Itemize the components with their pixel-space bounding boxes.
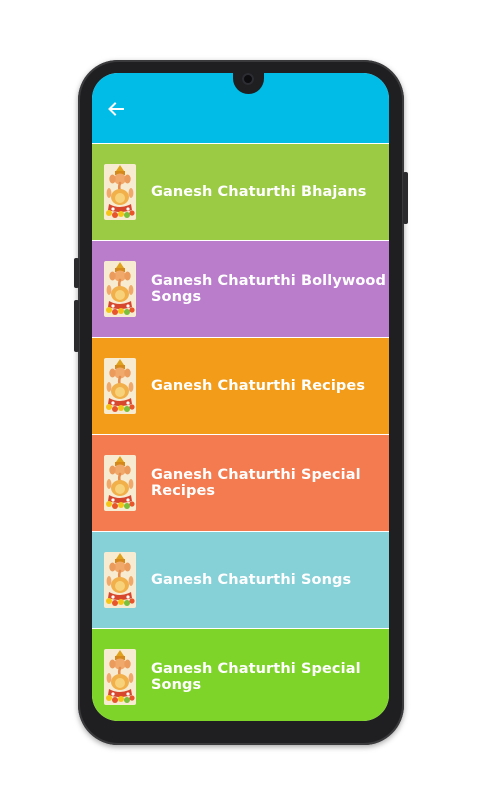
list-item[interactable]: Ganesh Chaturthi Songs bbox=[92, 532, 389, 628]
ganesha-image bbox=[104, 455, 136, 511]
power-button bbox=[403, 172, 408, 224]
ganesha-image bbox=[104, 552, 136, 608]
list-item-label: Ganesh Chaturthi Bhajans bbox=[151, 184, 367, 200]
back-button[interactable] bbox=[104, 97, 128, 121]
list-item[interactable]: Ganesh Chaturthi Bollywood Songs bbox=[92, 241, 389, 337]
ganesha-image bbox=[104, 358, 136, 414]
category-list: Ganesh Chaturthi Bhajans Ganesh Chaturth… bbox=[92, 144, 389, 721]
ganesha-image bbox=[104, 164, 136, 220]
ganesha-image bbox=[104, 261, 136, 317]
list-item-label: Ganesh Chaturthi Bollywood Songs bbox=[151, 273, 386, 305]
list-item[interactable]: Ganesh Chaturthi Special Songs bbox=[92, 629, 389, 721]
list-item[interactable]: Ganesh Chaturthi Special Recipes bbox=[92, 435, 389, 531]
list-item[interactable]: Ganesh Chaturthi Bhajans bbox=[92, 144, 389, 240]
list-item-label: Ganesh Chaturthi Songs bbox=[151, 572, 352, 588]
arrow-left-icon bbox=[108, 102, 124, 116]
front-camera bbox=[242, 73, 254, 85]
list-item-label: Ganesh Chaturthi Special Recipes bbox=[151, 467, 361, 499]
list-item-label: Ganesh Chaturthi Special Songs bbox=[151, 661, 361, 693]
app-screen: Ganesh Chaturthi Bhajans Ganesh Chaturth… bbox=[92, 73, 389, 721]
volume-down-button bbox=[74, 300, 79, 352]
list-item-label: Ganesh Chaturthi Recipes bbox=[151, 378, 366, 394]
ganesha-image bbox=[104, 649, 136, 705]
volume-up-button bbox=[74, 258, 79, 288]
list-item[interactable]: Ganesh Chaturthi Recipes bbox=[92, 338, 389, 434]
